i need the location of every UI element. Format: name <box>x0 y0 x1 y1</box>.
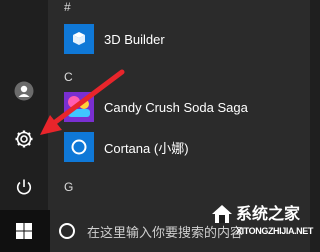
candy-crush-icon <box>64 92 94 122</box>
power-button[interactable] <box>9 172 39 202</box>
watermark-logo-icon <box>212 205 232 223</box>
app-label-cortana: Cortana (小娜) <box>104 140 189 156</box>
app-candy-crush[interactable]: Candy Crush Soda Saga <box>64 92 248 122</box>
start-button[interactable] <box>0 210 48 252</box>
3d-builder-tile <box>64 24 94 54</box>
cortana-circle-icon <box>59 223 75 239</box>
app-label-3d-builder: 3D Builder <box>104 31 165 47</box>
cortana-icon <box>71 139 87 155</box>
section-header-c[interactable]: C <box>64 70 73 84</box>
user-account-button[interactable] <box>9 76 39 106</box>
app-list: # 3D Builder C Candy Crush Soda Saga Cor… <box>48 0 310 210</box>
watermark: 系统之家 XITONGZHIJIA.NET <box>208 196 313 252</box>
start-menu-rail <box>0 0 48 210</box>
windows-logo-icon <box>16 223 32 239</box>
cortana-tile <box>64 132 94 162</box>
app-3d-builder[interactable]: 3D Builder <box>64 24 165 54</box>
power-icon <box>16 179 32 195</box>
settings-button[interactable] <box>9 124 39 154</box>
section-header-hash[interactable]: # <box>64 0 71 14</box>
app-label-candy-crush: Candy Crush Soda Saga <box>104 99 248 115</box>
settings-gear-icon <box>15 130 33 148</box>
watermark-text-cn: 系统之家 <box>236 206 301 223</box>
watermark-text-en: XITONGZHIJIA.NET <box>236 226 313 236</box>
app-cortana[interactable]: Cortana (小娜) <box>64 132 189 162</box>
section-header-g[interactable]: G <box>64 180 73 194</box>
user-avatar-icon <box>14 81 34 101</box>
candy-crush-tile <box>64 92 94 122</box>
3d-builder-icon <box>73 32 85 45</box>
